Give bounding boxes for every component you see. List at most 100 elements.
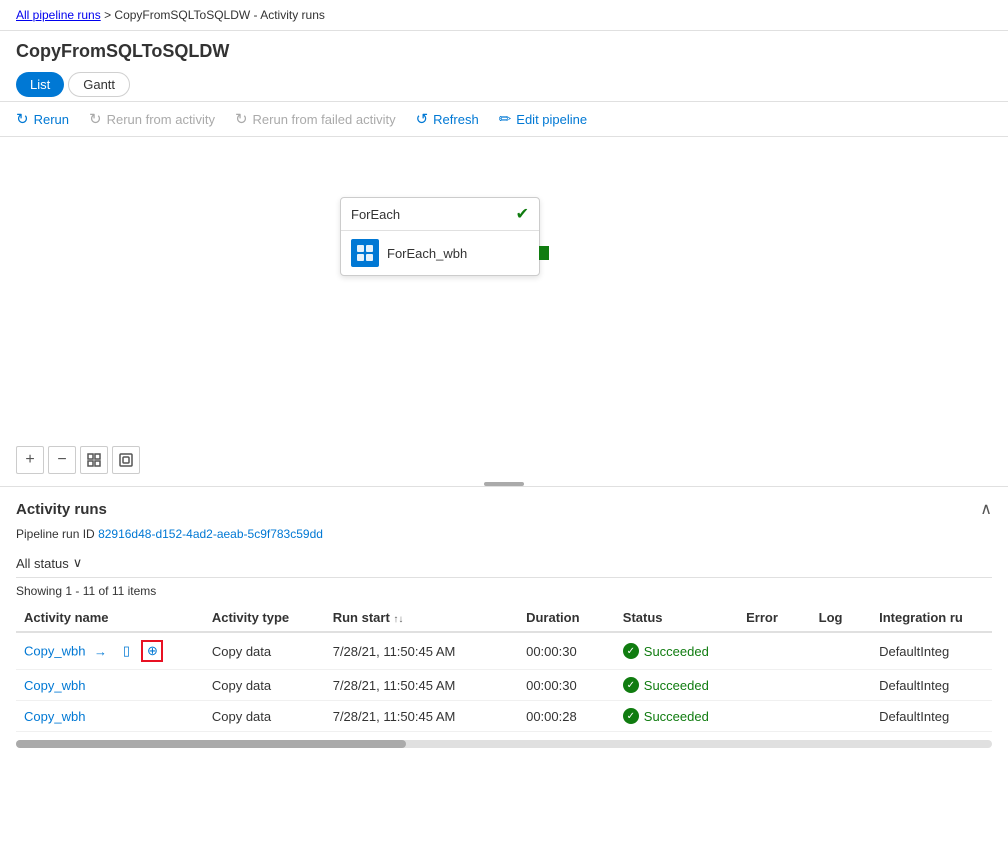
status-filter-label: All status [16,556,69,571]
activity-name-link[interactable]: Copy_wbh [24,709,85,724]
breadcrumb-separator: > [104,8,114,22]
fit-to-screen-button[interactable] [80,446,108,474]
row-input-icon[interactable]: ▯ [115,640,137,662]
table-header-row: Activity name Activity type Run start ↑↓… [16,604,992,632]
cell-activity-name: Copy_wbh [16,701,204,732]
horizontal-scrollbar[interactable] [16,740,992,748]
refresh-icon: ↺ [416,110,429,128]
bottom-panel: Activity runs ∧ Pipeline run ID 82916d48… [0,487,1008,748]
breadcrumb: All pipeline runs > CopyFromSQLToSQLDW -… [0,0,1008,31]
scrollbar-thumb [16,740,406,748]
rerun-from-failed-label: Rerun from failed activity [253,112,396,127]
collapse-button[interactable]: ∧ [980,499,992,519]
cell-run-start: 7/28/21, 11:50:45 AM [325,701,518,732]
node-connector [539,246,549,260]
cell-activity-type: Copy data [204,632,325,670]
activity-icon [351,239,379,267]
cell-error [738,632,811,670]
pipeline-run-id-row: Pipeline run ID 82916d48-d152-4ad2-aeab-… [16,527,992,549]
col-header-log[interactable]: Log [811,604,871,632]
rerun-from-failed-button[interactable]: ↻ Rerun from failed activity [235,110,396,128]
filter-row: All status ∨ [16,549,992,578]
rerun-label: Rerun [34,112,69,127]
edit-pipeline-icon: ✏ [499,110,512,128]
canvas-controls: + − [16,446,140,474]
cell-integration-runtime: DefaultInteg [871,632,992,670]
tab-list[interactable]: List [16,72,64,97]
status-text: Succeeded [644,644,709,659]
cell-log [811,632,871,670]
cell-log [811,670,871,701]
status-text: Succeeded [644,709,709,724]
panel-title: Activity runs [16,501,107,518]
activity-runs-table: Activity name Activity type Run start ↑↓… [16,604,992,732]
row-run-icon[interactable]: → [89,640,111,662]
col-header-activity-name[interactable]: Activity name [16,604,204,632]
pipeline-node-title: ForEach [351,207,400,222]
rerun-button[interactable]: ↻ Rerun [16,110,69,128]
breadcrumb-current: CopyFromSQLToSQLDW - Activity runs [114,8,325,22]
zoom-out-button[interactable]: − [48,446,76,474]
table-row: Copy_wbh Copy data7/28/21, 11:50:45 AM00:… [16,701,992,732]
status-succeeded-icon: ✓ [623,643,639,659]
rerun-icon: ↻ [16,110,29,128]
rerun-from-failed-icon: ↻ [235,110,248,128]
pipeline-node[interactable]: ForEach ✔ ForEach_wbh [340,197,540,276]
cell-error [738,701,811,732]
cell-error [738,670,811,701]
cell-run-start: 7/28/21, 11:50:45 AM [325,670,518,701]
node-success-icon: ✔ [516,204,529,224]
cell-integration-runtime: DefaultInteg [871,701,992,732]
activity-name-link[interactable]: Copy_wbh [24,678,85,693]
tab-gantt[interactable]: Gantt [68,72,130,97]
row-link-icon[interactable]: ⊕ [141,640,163,662]
canvas-area: ForEach ✔ ForEach_wbh + − [0,137,1008,487]
pipeline-node-body: ForEach_wbh [341,231,539,275]
cell-run-start: 7/28/21, 11:50:45 AM [325,632,518,670]
table-wrap: Activity name Activity type Run start ↑↓… [16,604,992,732]
cell-status: ✓ Succeeded [615,701,738,732]
status-succeeded-icon: ✓ [623,708,639,724]
cell-duration: 00:00:28 [518,701,615,732]
status-filter-chevron: ∨ [73,555,83,571]
activity-name-link[interactable]: Copy_wbh [24,644,85,659]
col-header-integration[interactable]: Integration ru [871,604,992,632]
cell-activity-name: Copy_wbh →▯⊕ [16,632,204,670]
rerun-from-activity-button[interactable]: ↻ Rerun from activity [89,110,215,128]
panel-header: Activity runs ∧ [16,487,992,527]
expand-button[interactable] [112,446,140,474]
all-pipeline-runs-link[interactable]: All pipeline runs [16,8,101,22]
refresh-button[interactable]: ↺ Refresh [416,110,479,128]
cell-activity-name: Copy_wbh [16,670,204,701]
cell-duration: 00:00:30 [518,632,615,670]
page-title: CopyFromSQLToSQLDW [0,31,1008,68]
activity-name-in-node: ForEach_wbh [387,246,467,261]
toolbar: ↻ Rerun ↻ Rerun from activity ↻ Rerun fr… [0,102,1008,137]
cell-status: ✓Succeeded [615,670,738,701]
rerun-from-activity-icon: ↻ [89,110,102,128]
refresh-label: Refresh [433,112,479,127]
table-row: Copy_wbh Copy data7/28/21, 11:50:45 AM00:… [16,670,992,701]
pipeline-node-header: ForEach ✔ [341,198,539,231]
pipeline-run-id-label: Pipeline run ID [16,527,95,541]
cell-integration-runtime: DefaultInteg [871,670,992,701]
col-header-error[interactable]: Error [738,604,811,632]
cell-activity-type: Copy data [204,701,325,732]
cell-duration: 00:00:30 [518,670,615,701]
cell-status: ✓ Succeeded [615,632,738,670]
table-row: Copy_wbh →▯⊕ Copy data7/28/21, 11:50:45 AM… [16,632,992,670]
col-header-status[interactable]: Status [615,604,738,632]
status-filter-dropdown[interactable]: All status ∨ [16,555,82,571]
resize-handle[interactable] [484,482,524,486]
col-header-activity-type[interactable]: Activity type [204,604,325,632]
cell-log [811,701,871,732]
pipeline-run-id-link[interactable]: 82916d48-d152-4ad2-aeab-5c9f783c59dd [98,527,323,541]
zoom-in-button[interactable]: + [16,446,44,474]
status-text: Succeeded [644,678,709,693]
edit-pipeline-label: Edit pipeline [516,112,587,127]
cell-activity-type: Copy data [204,670,325,701]
tabs-bar: List Gantt [0,68,1008,102]
edit-pipeline-button[interactable]: ✏ Edit pipeline [499,110,587,128]
col-header-run-start[interactable]: Run start ↑↓ [325,604,518,632]
col-header-duration[interactable]: Duration [518,604,615,632]
